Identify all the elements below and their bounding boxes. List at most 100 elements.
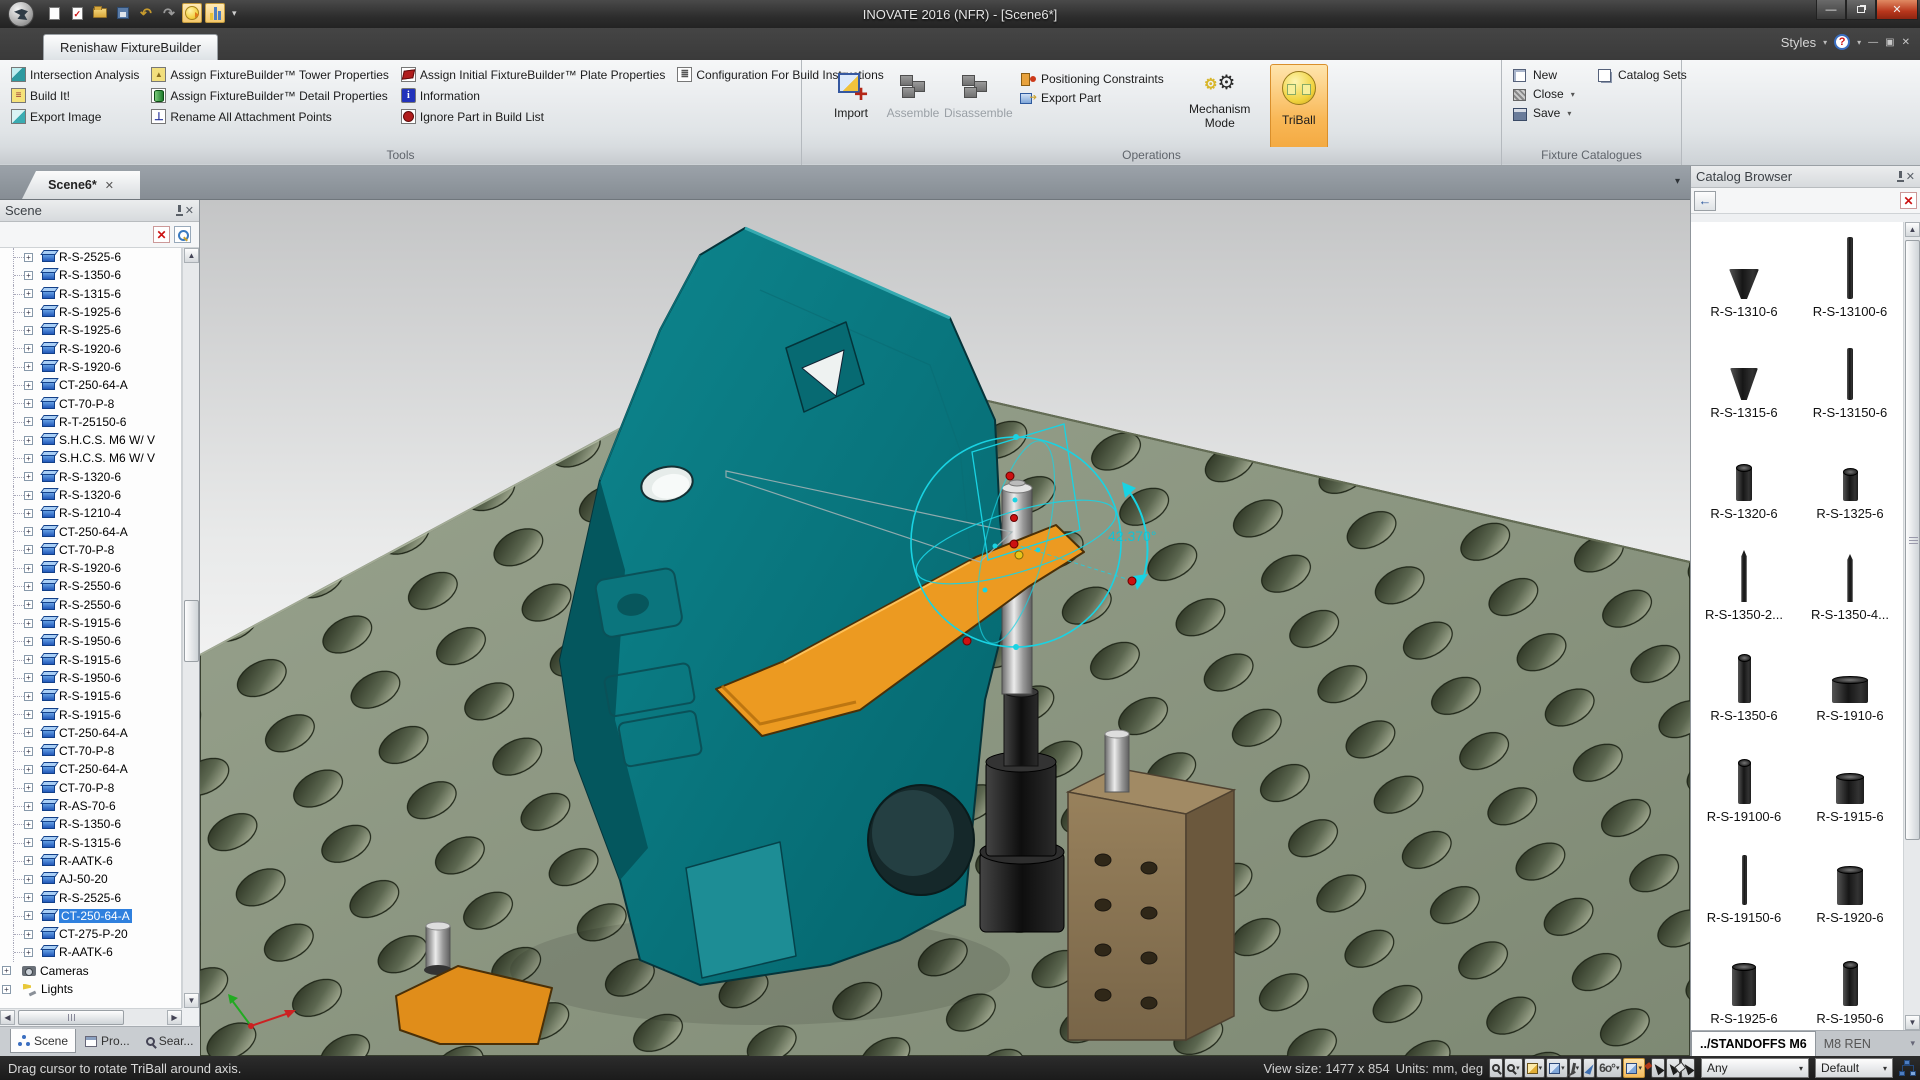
document-restore-button[interactable]: ▣ — [1885, 37, 1894, 48]
tree-item[interactable]: + CT-250-64-A — [0, 760, 181, 778]
expand-icon[interactable]: + — [24, 491, 33, 500]
tree-item[interactable]: + R-S-1925-6 — [0, 303, 181, 321]
tree-item[interactable]: + CT-250-64-A — [0, 907, 181, 925]
tool-button[interactable]: Information — [396, 85, 670, 106]
styles-menu[interactable]: Styles — [1781, 35, 1816, 50]
catalog-item[interactable]: R-S-1910-6 — [1797, 626, 1903, 727]
catalog-save-dropdown-arrow[interactable]: ▾ — [1567, 109, 1571, 118]
expand-icon[interactable]: + — [24, 655, 33, 664]
scrollbar-thumb[interactable] — [18, 1010, 124, 1025]
3d-viewport[interactable]: 42.370° — [200, 200, 1690, 1056]
expand-icon[interactable]: + — [24, 344, 33, 353]
scene-tree-horizontal-scrollbar[interactable]: ◀ ▶ — [0, 1008, 182, 1025]
expand-icon[interactable]: + — [24, 436, 33, 445]
help-icon[interactable]: ? — [1834, 34, 1850, 50]
expand-icon[interactable]: + — [24, 271, 33, 280]
tree-item[interactable]: + CT-250-64-A — [0, 522, 181, 540]
tree-item[interactable]: + R-S-1925-6 — [0, 321, 181, 339]
tree-item[interactable]: + R-S-1920-6 — [0, 559, 181, 577]
document-tab-scene6[interactable]: Scene6* ✕ — [22, 171, 140, 199]
expand-icon[interactable]: + — [24, 747, 33, 756]
selection-filter-dropdown[interactable]: Any ▾ — [1701, 1058, 1809, 1078]
catalog-item[interactable]: R-S-19150-6 — [1691, 828, 1797, 929]
export-part-button[interactable]: Export Part — [1020, 91, 1164, 105]
tree-item[interactable]: + R-S-1320-6 — [0, 468, 181, 486]
restore-button[interactable] — [1846, 0, 1876, 20]
tab-standoffs-m6[interactable]: ../STANDOFFS M6 — [1691, 1031, 1816, 1056]
delete-button[interactable]: ✕ — [153, 226, 170, 243]
expand-icon[interactable]: + — [24, 253, 33, 262]
tree-item-cameras[interactable]: +Cameras — [0, 962, 181, 980]
expand-icon[interactable]: + — [24, 710, 33, 719]
tree-item[interactable]: + R-S-1920-6 — [0, 339, 181, 357]
tree-item[interactable]: + R-S-1315-6 — [0, 285, 181, 303]
tool-button[interactable]: Assign FixtureBuilder™ Detail Properties — [146, 85, 394, 106]
zoom-fit-button[interactable] — [1489, 1058, 1503, 1078]
expand-icon[interactable]: + — [24, 399, 33, 408]
document-strip-dropdown-arrow[interactable]: ▾ — [1675, 176, 1680, 187]
expand-icon[interactable]: + — [24, 509, 33, 518]
tab-properties[interactable]: Pro... — [78, 1029, 137, 1053]
expand-icon[interactable]: + — [24, 673, 33, 682]
tree-item[interactable]: + R-S-1915-6 — [0, 705, 181, 723]
expand-icon[interactable]: + — [24, 600, 33, 609]
zoom-mode-button[interactable]: ▾ — [1504, 1058, 1523, 1078]
catalog-close-dropdown-arrow[interactable]: ▾ — [1571, 90, 1575, 99]
tool-button[interactable]: Intersection Analysis — [6, 64, 144, 85]
catalog-item[interactable]: R-S-1350-2... — [1691, 525, 1797, 626]
catalog-item[interactable]: R-S-1925-6 — [1691, 929, 1797, 1030]
scene-tree-vertical-scrollbar[interactable]: ▲ ▼ — [182, 248, 199, 1008]
catalog-item[interactable]: R-S-1315-6 — [1691, 323, 1797, 424]
disassemble-button[interactable]: Disassemble — [944, 64, 1006, 120]
tree-item[interactable]: + R-AATK-6 — [0, 943, 181, 961]
catalog-item[interactable]: R-S-1920-6 — [1797, 828, 1903, 929]
catalog-item[interactable]: R-S-1350-4... — [1797, 525, 1903, 626]
tree-item[interactable]: + S.H.C.S. M6 W/ V — [0, 431, 181, 449]
select-box-button[interactable] — [1681, 1058, 1695, 1078]
triball-button[interactable]: TriBall — [1270, 64, 1328, 156]
tree-item[interactable]: + R-S-1950-6 — [0, 669, 181, 687]
scroll-down-arrow[interactable]: ▼ — [184, 993, 199, 1008]
mechanism-mode-button[interactable]: ⚙⚙ Mechanism Mode — [1174, 64, 1266, 130]
expand-icon[interactable]: + — [24, 875, 33, 884]
tree-item[interactable]: + R-S-1210-4 — [0, 504, 181, 522]
tab-scene[interactable]: Scene — [10, 1029, 76, 1053]
tree-item[interactable]: + R-S-1950-6 — [0, 632, 181, 650]
expand-icon[interactable]: + — [2, 966, 11, 975]
display-mode-button[interactable]: ▾ — [1623, 1058, 1645, 1078]
view-settings-button[interactable]: 6o°▾ — [1596, 1058, 1622, 1078]
tree-item[interactable]: + CT-70-P-8 — [0, 742, 181, 760]
catalog-close-panel-icon[interactable]: ✕ — [1906, 170, 1915, 183]
tree-item[interactable]: + R-S-1915-6 — [0, 687, 181, 705]
minimize-button[interactable]: — — [1816, 0, 1846, 20]
walk-mode-button[interactable]: ▾ — [1569, 1058, 1583, 1078]
tree-item[interactable]: + CT-250-64-A — [0, 724, 181, 742]
catalog-item[interactable]: R-S-1320-6 — [1691, 424, 1797, 525]
expand-icon[interactable]: + — [24, 856, 33, 865]
select-flag-button[interactable] — [1651, 1058, 1665, 1078]
scroll-up-arrow[interactable]: ▲ — [184, 248, 199, 263]
expand-icon[interactable]: + — [24, 289, 33, 298]
expand-icon[interactable]: + — [24, 326, 33, 335]
tool-button[interactable]: Build It! — [6, 85, 144, 106]
expand-icon[interactable]: + — [24, 619, 33, 628]
close-button[interactable]: ✕ — [1876, 0, 1918, 20]
expand-icon[interactable]: + — [24, 582, 33, 591]
expand-icon[interactable]: + — [24, 802, 33, 811]
document-minimize-button[interactable]: — — [1868, 37, 1878, 48]
scene-panel-close-icon[interactable]: ✕ — [185, 204, 194, 217]
catalog-item[interactable]: R-S-1915-6 — [1797, 727, 1903, 828]
pin-icon[interactable] — [1895, 171, 1906, 182]
tool-button[interactable]: Export Image — [6, 106, 144, 127]
expand-icon[interactable]: + — [24, 637, 33, 646]
tool-button[interactable]: Ignore Part in Build List — [396, 106, 670, 127]
catalog-save-button[interactable]: Save ▾ — [1512, 106, 1681, 120]
tree-item[interactable]: + R-S-2525-6 — [0, 248, 181, 266]
expand-icon[interactable]: + — [24, 417, 33, 426]
expand-icon[interactable]: + — [24, 454, 33, 463]
hierarchy-icon[interactable] — [1899, 1060, 1916, 1076]
catalog-item[interactable]: R-S-13100-6 — [1797, 222, 1903, 323]
assemble-button[interactable]: Assemble — [882, 64, 944, 120]
expand-icon[interactable]: + — [2, 985, 11, 994]
expand-icon[interactable]: + — [24, 472, 33, 481]
